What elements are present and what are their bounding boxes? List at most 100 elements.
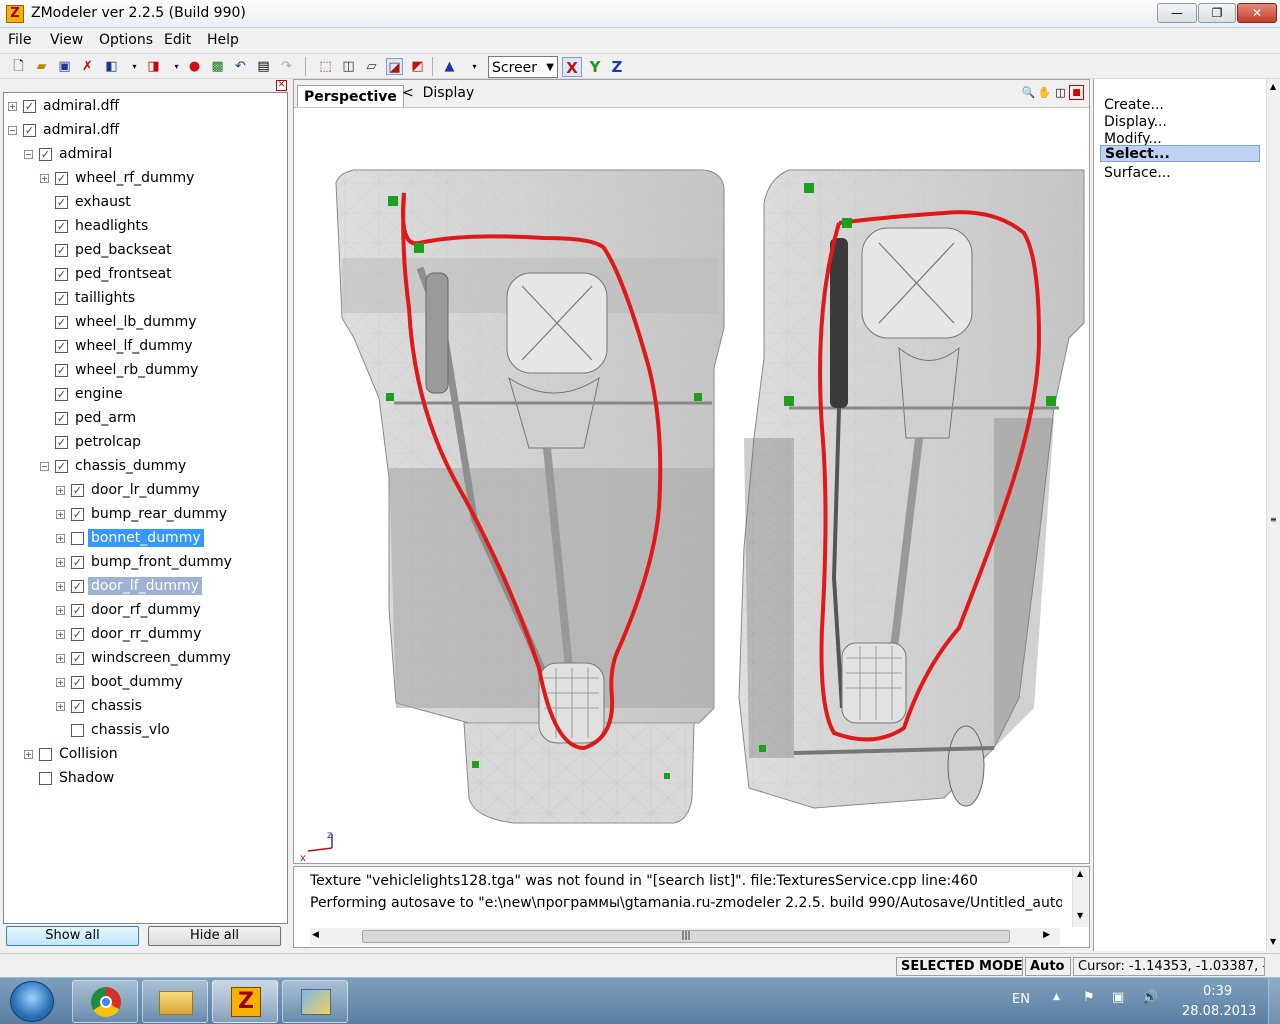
- tree-item[interactable]: − ✓ admiral: [24, 142, 115, 166]
- scroll-up-icon[interactable]: ▲: [1077, 869, 1083, 878]
- chrome-taskbar-button[interactable]: [72, 980, 138, 1023]
- tree-item[interactable]: + ✓ boot_dummy: [56, 670, 186, 694]
- visibility-checkbox[interactable]: ✓: [55, 315, 68, 329]
- visibility-checkbox[interactable]: ✓: [55, 339, 68, 353]
- face-select-icon[interactable]: ▱: [363, 58, 380, 75]
- dropdown-arrow-icon[interactable]: ▾: [126, 58, 143, 75]
- surface-menu-item[interactable]: Surface...: [1104, 165, 1171, 181]
- tree-item[interactable]: + ✓ admiral.dff: [8, 94, 122, 118]
- language-indicator[interactable]: EN: [1012, 992, 1030, 1007]
- visibility-checkbox[interactable]: ✓: [23, 99, 36, 113]
- expand-icon[interactable]: +: [40, 173, 49, 183]
- scroll-down-icon[interactable]: ▼: [1270, 937, 1276, 946]
- command-panel-scrollbar[interactable]: ▲ ≡ ▼: [1266, 79, 1280, 951]
- menu-options[interactable]: Options: [99, 32, 153, 48]
- collapse-icon[interactable]: −: [40, 461, 49, 471]
- log-vertical-scrollbar[interactable]: ▲ ▼: [1072, 867, 1089, 927]
- visibility-checkbox[interactable]: ✓: [55, 195, 68, 209]
- network-icon[interactable]: ▣: [1112, 990, 1124, 1005]
- tree-item[interactable]: + Collision: [24, 742, 121, 766]
- tree-item[interactable]: ✓ headlights: [40, 214, 151, 238]
- tree-item[interactable]: ✓ ped_arm: [40, 406, 139, 430]
- scroll-left-icon[interactable]: ◀: [312, 930, 319, 940]
- close-button[interactable]: ✕: [1237, 3, 1277, 23]
- scroll-right-icon[interactable]: ▶: [1043, 930, 1050, 940]
- maximize-button[interactable]: ❐: [1198, 3, 1236, 23]
- pivot-icon[interactable]: ▲: [441, 58, 458, 75]
- tree-item[interactable]: + ✓ windscreen_dummy: [56, 646, 234, 670]
- edge-select-icon[interactable]: ◫: [340, 58, 357, 75]
- auto-indicator[interactable]: Auto: [1025, 957, 1071, 976]
- notes-icon[interactable]: ▤: [255, 58, 272, 75]
- coordinate-system-select[interactable]: Screer ▼: [488, 56, 558, 78]
- explorer-taskbar-button[interactable]: [142, 980, 208, 1023]
- visibility-checkbox[interactable]: ✓: [55, 435, 68, 449]
- menu-help[interactable]: Help: [207, 32, 239, 48]
- menu-file[interactable]: File: [8, 32, 31, 48]
- zmodeler-app-icon[interactable]: Z: [6, 5, 24, 23]
- expand-icon[interactable]: +: [56, 509, 65, 519]
- tree-item[interactable]: ✓ taillights: [40, 286, 138, 310]
- pan-hand-icon[interactable]: ✋: [1037, 85, 1052, 100]
- visibility-checkbox[interactable]: ✓: [55, 171, 68, 185]
- tree-item[interactable]: ✓ wheel_lf_dummy: [40, 334, 196, 358]
- zoom-icon[interactable]: 🔍: [1021, 85, 1036, 100]
- visibility-checkbox[interactable]: ✓: [71, 651, 84, 665]
- export-icon[interactable]: ◨: [145, 58, 162, 75]
- tree-item[interactable]: ✓ ped_frontseat: [40, 262, 175, 286]
- tree-item[interactable]: + ✓ chassis: [56, 694, 145, 718]
- scroll-grip-icon[interactable]: ≡: [1270, 515, 1277, 524]
- visibility-checkbox[interactable]: ✓: [55, 267, 68, 281]
- visibility-checkbox[interactable]: ✓: [71, 699, 84, 713]
- viewport-options-icon[interactable]: ◫: [1053, 85, 1068, 100]
- dropdown-arrow-icon[interactable]: ▾: [168, 58, 185, 75]
- expand-icon[interactable]: +: [56, 629, 65, 639]
- tree-item[interactable]: − ✓ admiral.dff: [8, 118, 122, 142]
- left-panel-close-icon[interactable]: ✕: [276, 80, 287, 91]
- tree-item[interactable]: + ✓ door_rf_dummy: [56, 598, 204, 622]
- menu-view[interactable]: View: [50, 32, 83, 48]
- tree-item[interactable]: + ✓ door_rr_dummy: [56, 622, 204, 646]
- minimize-button[interactable]: —: [1157, 3, 1197, 23]
- tree-item[interactable]: ✓ wheel_lb_dummy: [40, 310, 200, 334]
- visibility-checkbox[interactable]: [71, 723, 84, 737]
- visibility-checkbox[interactable]: ✓: [55, 387, 68, 401]
- tree-item[interactable]: ✓ wheel_rb_dummy: [40, 358, 201, 382]
- axis-y-button[interactable]: Y: [585, 57, 605, 77]
- visibility-checkbox[interactable]: ✓: [55, 459, 68, 473]
- visibility-checkbox[interactable]: ✓: [71, 627, 84, 641]
- show-desktop-button[interactable]: [1268, 978, 1280, 1024]
- paint-taskbar-button[interactable]: [282, 980, 348, 1023]
- visibility-checkbox[interactable]: ✓: [71, 579, 84, 593]
- select-menu-item[interactable]: Select...: [1100, 145, 1260, 162]
- clock-date[interactable]: 28.08.2013: [1182, 1004, 1256, 1019]
- visibility-checkbox[interactable]: [71, 531, 84, 545]
- visibility-checkbox[interactable]: [39, 747, 52, 761]
- scroll-down-icon[interactable]: ▼: [1077, 911, 1083, 920]
- tree-item[interactable]: − ✓ chassis_dummy: [40, 454, 189, 478]
- open-folder-icon[interactable]: ▰: [33, 58, 50, 75]
- create-menu-item[interactable]: Create...: [1104, 97, 1164, 113]
- redo-icon[interactable]: ↷: [278, 58, 295, 75]
- tree-item[interactable]: + ✓ wheel_rf_dummy: [40, 166, 197, 190]
- materials-icon[interactable]: ▩: [209, 58, 226, 75]
- volume-icon[interactable]: 🔊: [1142, 990, 1158, 1005]
- tree-item[interactable]: chassis_vlo: [56, 718, 173, 742]
- hide-all-button[interactable]: Hide all: [148, 926, 281, 946]
- clock-time[interactable]: 0:39: [1203, 984, 1232, 999]
- action-center-flag-icon[interactable]: ⚑: [1083, 990, 1095, 1005]
- expand-icon[interactable]: +: [56, 677, 65, 687]
- collapse-icon[interactable]: −: [8, 125, 17, 135]
- import-icon[interactable]: ◧: [103, 58, 120, 75]
- tree-item[interactable]: + ✓ door_lf_dummy: [56, 574, 202, 598]
- visibility-checkbox[interactable]: ✓: [71, 675, 84, 689]
- group-select-icon[interactable]: ◩: [409, 58, 426, 75]
- visibility-checkbox[interactable]: ✓: [71, 555, 84, 569]
- expand-icon[interactable]: +: [56, 485, 65, 495]
- expand-icon[interactable]: +: [24, 749, 33, 759]
- new-file-icon[interactable]: 🗋: [10, 58, 27, 75]
- collapse-icon[interactable]: −: [24, 149, 33, 159]
- tray-expand-icon[interactable]: ▲: [1053, 992, 1060, 1002]
- maximize-viewport-icon[interactable]: ■: [1069, 85, 1084, 100]
- zmodeler-taskbar-button[interactable]: Z: [212, 980, 278, 1023]
